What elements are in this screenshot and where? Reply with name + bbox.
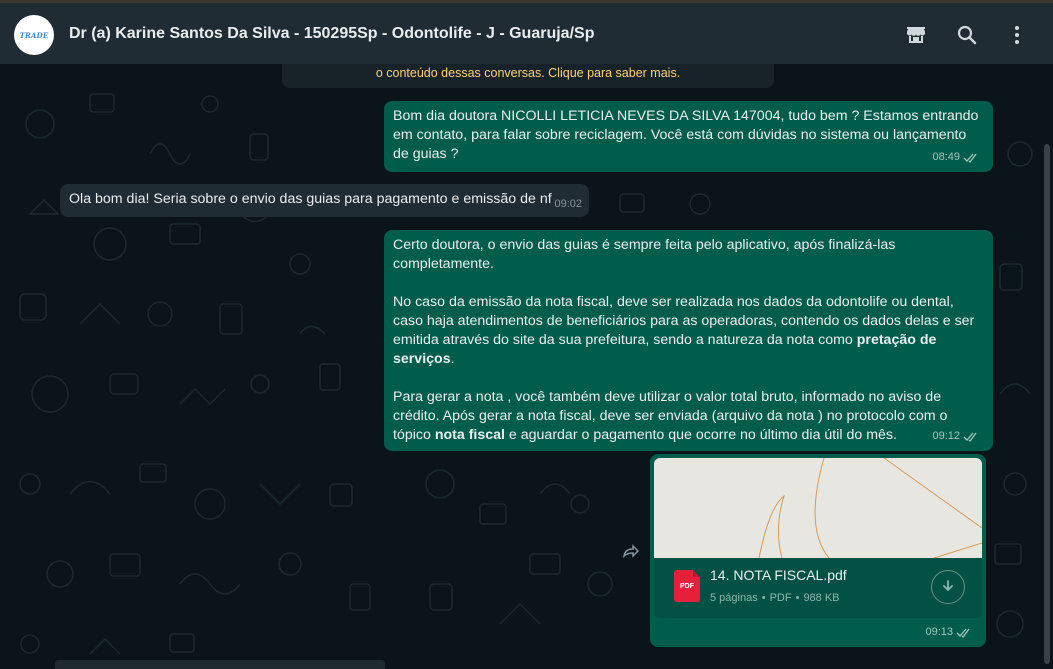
message-bubble-outgoing[interactable]: Bom dia doutora NICOLLI LETICIA NEVES DA… (384, 101, 993, 172)
message-paragraph: Certo doutora, o envio das guias é sempr… (393, 237, 896, 272)
message-meta: 08:49 (932, 148, 979, 167)
next-message-edge (55, 660, 385, 669)
download-icon (943, 580, 953, 592)
avatar-logo-text: TRADE (19, 30, 49, 40)
double-check-icon (963, 153, 977, 163)
document-pages: 5 páginas (710, 592, 758, 604)
document-info: 5 páginas • PDF • 988 KB (710, 589, 840, 608)
message-bubble-incoming[interactable]: Ola bom dia! Seria sobre o envio das gui… (60, 184, 589, 217)
document-type: PDF (769, 592, 792, 604)
message-paragraph: No caso da emissão da nota fiscal, deve … (393, 293, 983, 369)
message-bubble-outgoing[interactable]: Certo doutora, o envio das guias é sempr… (384, 230, 993, 451)
document-file-name: 14. NOTA FISCAL.pdf (710, 567, 847, 583)
encryption-notice-text: o conteúdo dessas conversas. Clique para… (375, 66, 681, 80)
double-check-icon (956, 628, 970, 638)
pdf-file-icon: PDF (674, 570, 700, 602)
info-separator: • (795, 592, 800, 604)
message-time: 09:13 (925, 626, 953, 638)
paragraph-text: . (450, 351, 455, 367)
chat-scrollbar[interactable] (1044, 144, 1050, 664)
document-size: 988 KB (803, 592, 840, 604)
double-check-icon (963, 432, 977, 442)
message-time: 08:49 (932, 151, 960, 163)
paragraph-text: e aguardar o pagamento que ocorre no últ… (504, 427, 897, 443)
message-time: 09:12 (932, 430, 960, 442)
chat-area: o conteúdo dessas conversas. Clique para… (0, 64, 1053, 669)
chat-header: TRADE Dr (a) Karine Santos Da Silva - 15… (0, 3, 1053, 64)
search-icon[interactable] (955, 23, 979, 47)
more-options-icon[interactable] (1005, 23, 1029, 47)
forward-icon[interactable] (620, 540, 642, 562)
message-text: Bom dia doutora NICOLLI LETICIA NEVES DA… (393, 108, 979, 162)
bold-text: nota fiscal (434, 427, 505, 443)
document-message-bubble[interactable]: PDF 14. NOTA FISCAL.pdf 5 páginas • PDF … (650, 454, 986, 647)
message-text: Ola bom dia! Seria sobre o envio das gui… (69, 191, 552, 207)
encryption-notice[interactable]: o conteúdo dessas conversas. Clique para… (282, 64, 774, 88)
store-icon[interactable] (904, 23, 928, 47)
info-separator: • (761, 592, 766, 604)
message-paragraph: Para gerar a nota , você também deve uti… (393, 388, 983, 445)
message-meta: 09:02 (554, 195, 582, 214)
document-card[interactable]: PDF 14. NOTA FISCAL.pdf 5 páginas • PDF … (654, 558, 982, 618)
chat-title[interactable]: Dr (a) Karine Santos Da Silva - 150295Sp… (69, 25, 594, 43)
download-button[interactable] (931, 570, 965, 604)
message-time: 09:02 (554, 198, 582, 210)
document-preview-thumbnail[interactable] (654, 458, 982, 558)
document-preview-image (758, 458, 982, 558)
message-text: Certo doutora, o envio das guias é sempr… (393, 236, 983, 445)
message-meta: 09:13 (925, 623, 972, 642)
message-meta: 09:12 (932, 427, 979, 446)
contact-avatar[interactable]: TRADE (14, 15, 54, 55)
file-type-label: PDF (680, 583, 694, 590)
